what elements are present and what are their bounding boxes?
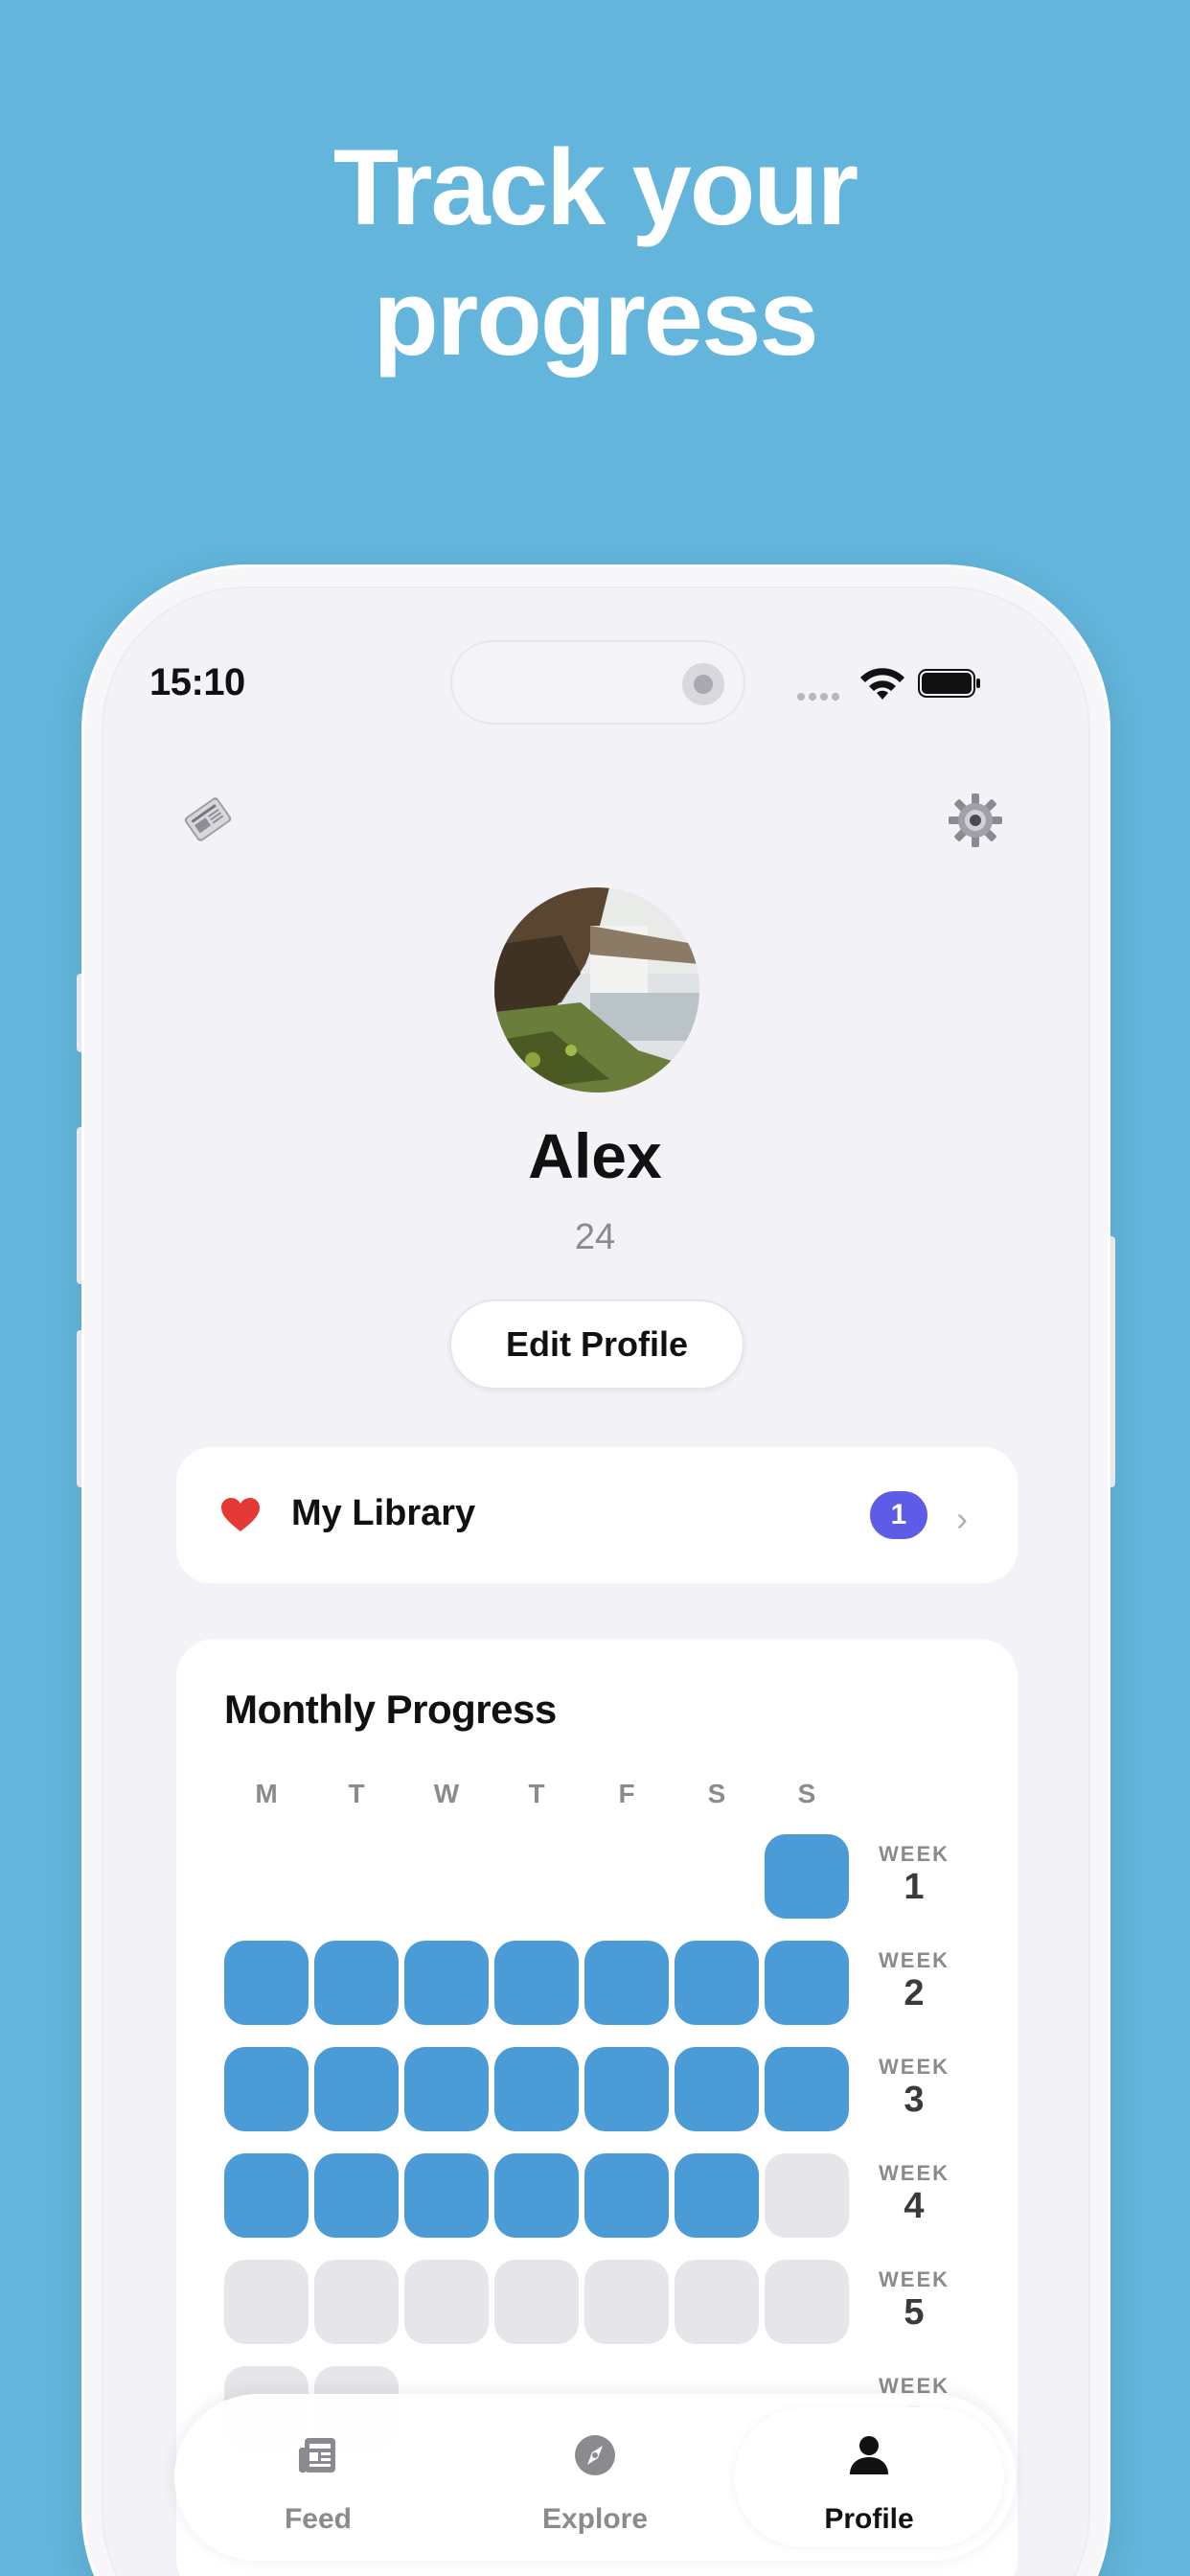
week-label: WEEK 2 — [876, 1948, 952, 2013]
week-label: WEEK 1 — [876, 1842, 952, 1907]
progress-day-completed[interactable] — [404, 1941, 489, 2025]
week-number: 4 — [904, 2186, 925, 2226]
weekday-label: W — [433, 1779, 460, 1808]
tab-profile-label: Profile — [824, 2503, 914, 2535]
weekday-label: F — [618, 1779, 635, 1808]
progress-day-completed[interactable] — [224, 1941, 309, 2025]
progress-day-completed[interactable] — [584, 2153, 669, 2238]
week-caption: WEEK — [879, 2267, 950, 2291]
progress-day-empty[interactable] — [584, 2260, 669, 2344]
wifi-icon — [860, 668, 904, 700]
progress-day-completed[interactable] — [765, 1941, 849, 2025]
weekday-label: T — [528, 1779, 545, 1808]
week-caption: WEEK — [879, 2161, 950, 2185]
tab-explore-label: Explore — [541, 2503, 649, 2535]
gear-icon[interactable] — [947, 792, 1004, 849]
progress-day-empty[interactable] — [494, 2260, 579, 2344]
progress-day-empty[interactable] — [314, 2260, 399, 2344]
weekday-label: S — [797, 1779, 816, 1808]
newspaper-icon[interactable] — [176, 788, 240, 851]
week-number: 2 — [904, 1973, 925, 2013]
week-number: 5 — [904, 2292, 925, 2333]
tab-feed[interactable]: Feed — [174, 2394, 462, 2561]
progress-day-completed[interactable] — [494, 1941, 579, 2025]
week-caption: WEEK — [879, 1948, 950, 1972]
edit-profile-button[interactable]: Edit Profile — [449, 1300, 744, 1390]
tab-explore[interactable]: Explore — [451, 2394, 739, 2561]
progress-day-completed[interactable] — [314, 2047, 399, 2131]
progress-day-completed[interactable] — [765, 2047, 849, 2131]
progress-day-completed[interactable] — [404, 2153, 489, 2238]
headline-line-2: progress — [373, 258, 818, 378]
progress-day-completed[interactable] — [584, 2047, 669, 2131]
battery-icon — [918, 669, 980, 698]
library-count-badge: 1 — [870, 1491, 927, 1539]
week-number: 1 — [904, 1867, 925, 1907]
progress-day-completed[interactable] — [675, 2047, 759, 2131]
week-label: WEEK 5 — [876, 2267, 952, 2333]
progress-day-empty[interactable] — [404, 2260, 489, 2344]
week-label: WEEK 3 — [876, 2055, 952, 2120]
progress-day-completed[interactable] — [765, 1834, 849, 1919]
week-label: WEEK 4 — [876, 2161, 952, 2226]
week-caption: WEEK — [879, 1842, 950, 1866]
avatar[interactable] — [494, 887, 699, 1092]
monthly-progress-title: Monthly Progress — [224, 1687, 557, 1732]
tab-profile[interactable]: Profile — [734, 2394, 1004, 2561]
week-number: 3 — [904, 2080, 925, 2120]
profile-age: 24 — [574, 1217, 616, 1257]
my-library-row[interactable]: My Library 1 › — [176, 1447, 1018, 1583]
compass-icon — [575, 2435, 615, 2475]
my-library-label: My Library — [291, 1493, 476, 1533]
progress-day-completed[interactable] — [224, 2047, 309, 2131]
camera-icon — [682, 663, 724, 705]
tab-bar: Feed Explore Profile — [174, 2394, 1016, 2561]
person-icon — [850, 2436, 888, 2474]
heart-icon — [221, 1498, 260, 1531]
progress-day-empty[interactable] — [765, 2153, 849, 2238]
waterfall-photo — [494, 887, 699, 1092]
progress-day-empty[interactable] — [224, 2260, 309, 2344]
headline: Track your progress — [0, 123, 1190, 383]
progress-day-completed[interactable] — [314, 1941, 399, 2025]
newspaper-icon — [299, 2438, 335, 2472]
weekday-label: M — [255, 1779, 278, 1808]
tab-feed-label: Feed — [284, 2503, 353, 2535]
signal-icon — [797, 688, 845, 701]
progress-day-completed[interactable] — [494, 2047, 579, 2131]
progress-day-empty[interactable] — [765, 2260, 849, 2344]
progress-day-completed[interactable] — [494, 2153, 579, 2238]
week-caption: WEEK — [879, 2055, 950, 2079]
weekday-label: S — [707, 1779, 726, 1808]
progress-day-completed[interactable] — [675, 1941, 759, 2025]
dynamic-island — [450, 640, 745, 724]
progress-day-completed[interactable] — [584, 1941, 669, 2025]
progress-day-completed[interactable] — [224, 2153, 309, 2238]
headline-line-1: Track your — [332, 127, 859, 247]
status-time: 15:10 — [149, 661, 245, 703]
progress-day-completed[interactable] — [675, 2153, 759, 2238]
weekday-label: T — [348, 1779, 365, 1808]
progress-day-completed[interactable] — [404, 2047, 489, 2131]
profile-name: Alex — [528, 1120, 662, 1191]
progress-day-empty[interactable] — [675, 2260, 759, 2344]
chevron-right-icon: › — [956, 1499, 968, 1538]
progress-day-completed[interactable] — [314, 2153, 399, 2238]
